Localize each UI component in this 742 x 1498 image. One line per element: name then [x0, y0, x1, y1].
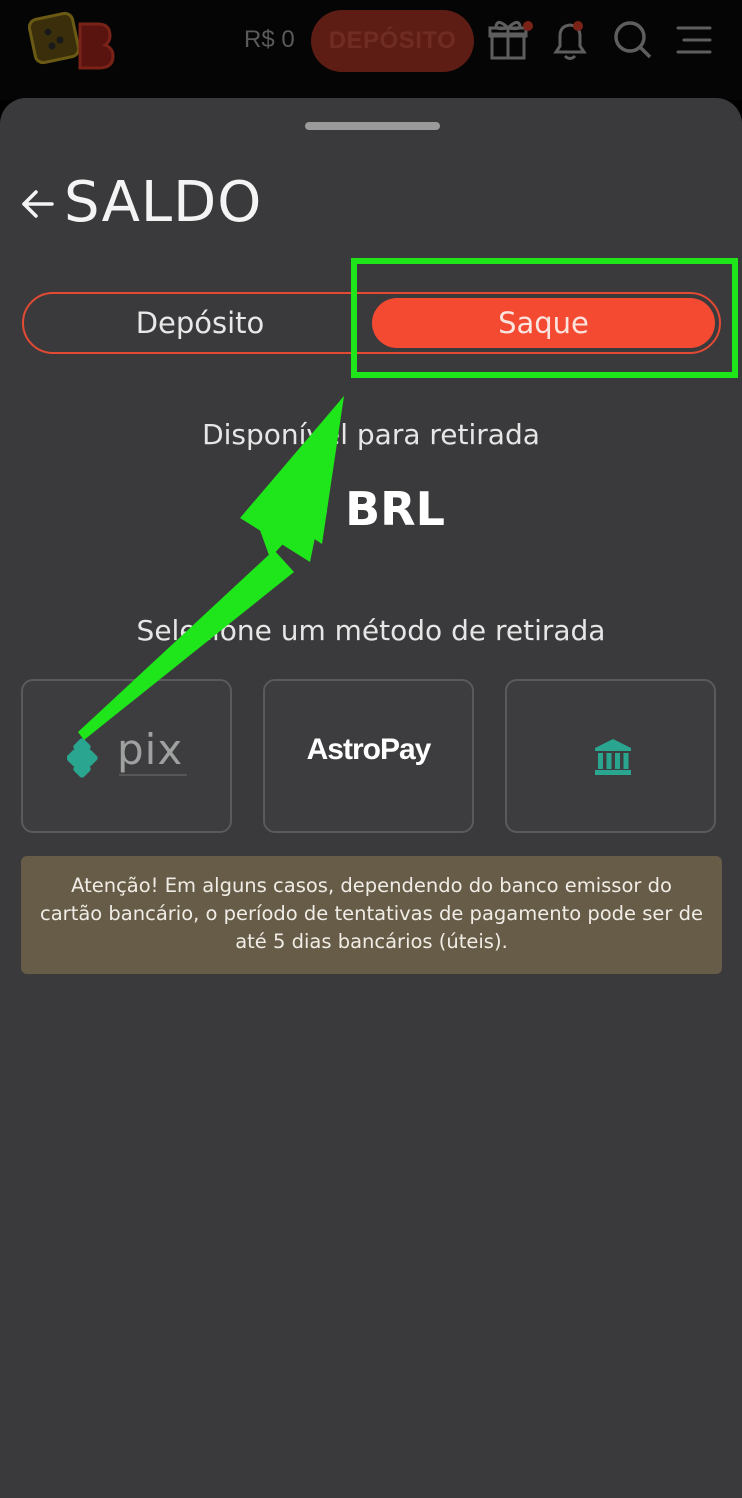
available-amount: 0 BRL: [297, 482, 445, 536]
tab-switcher: Depósito Saque: [22, 292, 721, 354]
bell-icon[interactable]: [546, 16, 594, 64]
top-bar: R$ 0 DEPÓSITO: [0, 0, 742, 100]
available-label: Disponível para retirada: [202, 418, 540, 451]
tab-deposito[interactable]: Depósito: [28, 298, 372, 348]
search-icon[interactable]: [608, 16, 656, 64]
payment-notice: Atenção! Em alguns casos, dependendo do …: [21, 856, 722, 974]
withdraw-method-pix[interactable]: pix: [21, 679, 232, 833]
brand-logo[interactable]: [28, 10, 116, 72]
header-balance: R$ 0: [244, 26, 295, 53]
astropay-logo: AstroPay: [306, 733, 432, 766]
header-deposit-button[interactable]: DEPÓSITO: [311, 10, 474, 72]
page-title: SALDO: [64, 170, 263, 235]
back-arrow-icon[interactable]: [20, 184, 56, 224]
balance-sheet: SALDO Depósito Saque Disponível para ret…: [0, 98, 742, 1498]
sheet-drag-handle[interactable]: [305, 122, 440, 130]
gift-icon[interactable]: [486, 16, 534, 64]
bank-icon: [595, 739, 631, 775]
menu-icon[interactable]: [670, 16, 718, 64]
tab-saque[interactable]: Saque: [372, 298, 715, 348]
pix-label: pix: [117, 725, 184, 774]
withdraw-method-astropay[interactable]: AstroPay: [263, 679, 474, 833]
withdraw-method-bank[interactable]: [505, 679, 716, 833]
method-prompt: Selecione um método de retirada: [136, 614, 606, 647]
